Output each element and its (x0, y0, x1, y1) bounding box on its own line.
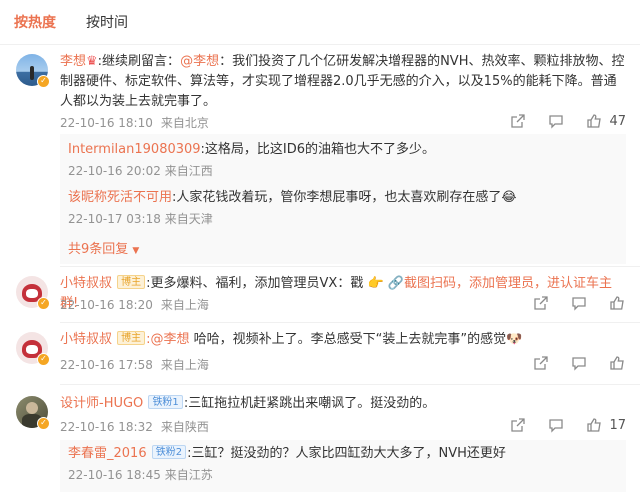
laugh-emoji-icon: 😂 (501, 190, 517, 205)
share-icon[interactable] (532, 354, 550, 372)
reply-username[interactable]: 李春雷_2016 (68, 446, 147, 461)
mention-link[interactable]: :@李想 (146, 332, 189, 347)
verified-icon: ✓ (37, 417, 50, 430)
reply-item: Intermilan19080309:这格局，比这ID6的油箱也大不了多少。 2… (68, 142, 436, 178)
fan-badge: 铁粉2 (151, 445, 187, 459)
more-replies-link[interactable]: 共9条回复 ▼ (68, 238, 139, 257)
like-icon[interactable] (585, 416, 603, 434)
tab-hot[interactable]: 按热度 (14, 12, 56, 32)
like-count: 17 (609, 417, 626, 433)
timestamp: 22-10-16 18:20 (60, 298, 153, 312)
tab-time[interactable]: 按时间 (86, 12, 128, 32)
tabs-divider (0, 44, 640, 45)
avatar[interactable]: ✓ (16, 396, 50, 430)
like-count: 47 (609, 113, 626, 129)
comment-meta: 22-10-16 18:32 来自陕西 (60, 418, 217, 435)
timestamp: 22-10-16 18:45 (68, 468, 161, 482)
avatar[interactable]: ✓ (16, 276, 50, 310)
verified-icon: ✓ (37, 75, 50, 88)
divider (60, 384, 640, 385)
timestamp: 22-10-16 17:58 (60, 358, 153, 372)
comment-icon[interactable] (547, 112, 565, 130)
reply-username[interactable]: Intermilan19080309 (68, 142, 201, 157)
timestamp: 22-10-17 03:18 (68, 212, 161, 226)
comment-text: 李想♛:继续刷留言：@李想：我们投资了几个亿研发解决增程器的NVH、热效率、颗粒… (60, 54, 625, 109)
reply-box: 李春雷_2016 铁粉2:三缸？挺没劲的？人家比四缸劲大大多了，NVH还更好 2… (60, 440, 626, 492)
location: 来自江苏 (164, 468, 213, 482)
reply-username[interactable]: 该昵称死活不可用 (68, 190, 172, 205)
timestamp: 22-10-16 18:10 (60, 116, 153, 130)
location: 来自陕西 (160, 420, 209, 434)
blogger-badge: 博主 (117, 275, 146, 289)
username[interactable]: 设计师-HUGO (60, 396, 143, 411)
reply-item: 该昵称死活不可用:人家花钱改着玩，管你李想屁事呀，也太喜欢刷存在感了😂 22-1… (68, 190, 517, 226)
share-icon[interactable] (509, 112, 527, 130)
share-icon[interactable] (532, 294, 550, 312)
comment-actions (512, 354, 626, 372)
location: 来自上海 (160, 358, 209, 372)
divider (60, 266, 640, 267)
verified-icon: ✓ (37, 297, 50, 310)
location: 来自上海 (160, 298, 209, 312)
fan-badge: 铁粉1 (148, 395, 183, 409)
doge-emoji-icon: 🐶 (506, 332, 523, 347)
timestamp: 22-10-16 20:02 (68, 164, 161, 178)
like-icon[interactable] (608, 354, 626, 372)
like-icon[interactable] (608, 294, 626, 312)
comment-icon[interactable] (547, 416, 565, 434)
comment-icon[interactable] (570, 354, 588, 372)
comment-text: 设计师-HUGO 铁粉1:三缸拖拉机赶紧跳出来嘲讽了。挺没劲的。 (60, 395, 436, 411)
hand-point-icon: 👉 (367, 276, 384, 291)
location: 来自江西 (164, 164, 213, 178)
avatar[interactable]: ✓ (16, 332, 50, 366)
comment-meta: 22-10-16 18:20 来自上海 (60, 296, 217, 313)
comment-meta: 22-10-16 17:58 来自上海 (60, 356, 217, 373)
comment-text: 小特叔叔 博主:@李想 哈哈，视频补上了。李总感受下“装上去就完事”的感觉🐶 (60, 330, 626, 350)
avatar[interactable]: ✓ (16, 54, 50, 88)
reply-item: 李春雷_2016 铁粉2:三缸？挺没劲的？人家比四缸劲大大多了，NVH还更好 2… (68, 445, 506, 482)
sort-tabs: 按热度 按时间 (0, 0, 640, 44)
location: 来自天津 (164, 212, 213, 226)
username[interactable]: 小特叔叔 (60, 332, 112, 347)
username[interactable]: 李想 (60, 54, 86, 69)
username[interactable]: 小特叔叔 (60, 276, 112, 291)
share-icon[interactable] (509, 416, 527, 434)
link-icon: 🔗 (387, 276, 404, 291)
comment-actions: 17 (489, 416, 626, 434)
timestamp: 22-10-16 18:32 (60, 420, 153, 434)
comment-actions (512, 294, 626, 312)
comment-icon[interactable] (570, 294, 588, 312)
chevron-down-icon: ▼ (132, 246, 140, 256)
divider (60, 322, 640, 323)
verified-icon: ✓ (37, 353, 50, 366)
blogger-badge: 博主 (117, 331, 146, 345)
mention-link[interactable]: @李想 (180, 54, 219, 69)
like-icon[interactable] (585, 112, 603, 130)
vip-icon: ♛ (86, 54, 98, 69)
comment-meta: 22-10-16 18:10 来自北京 (60, 114, 217, 131)
comment-actions: 47 (489, 112, 626, 130)
location: 来自北京 (160, 116, 209, 130)
reply-box: Intermilan19080309:这格局，比这ID6的油箱也大不了多少。 2… (60, 134, 626, 264)
